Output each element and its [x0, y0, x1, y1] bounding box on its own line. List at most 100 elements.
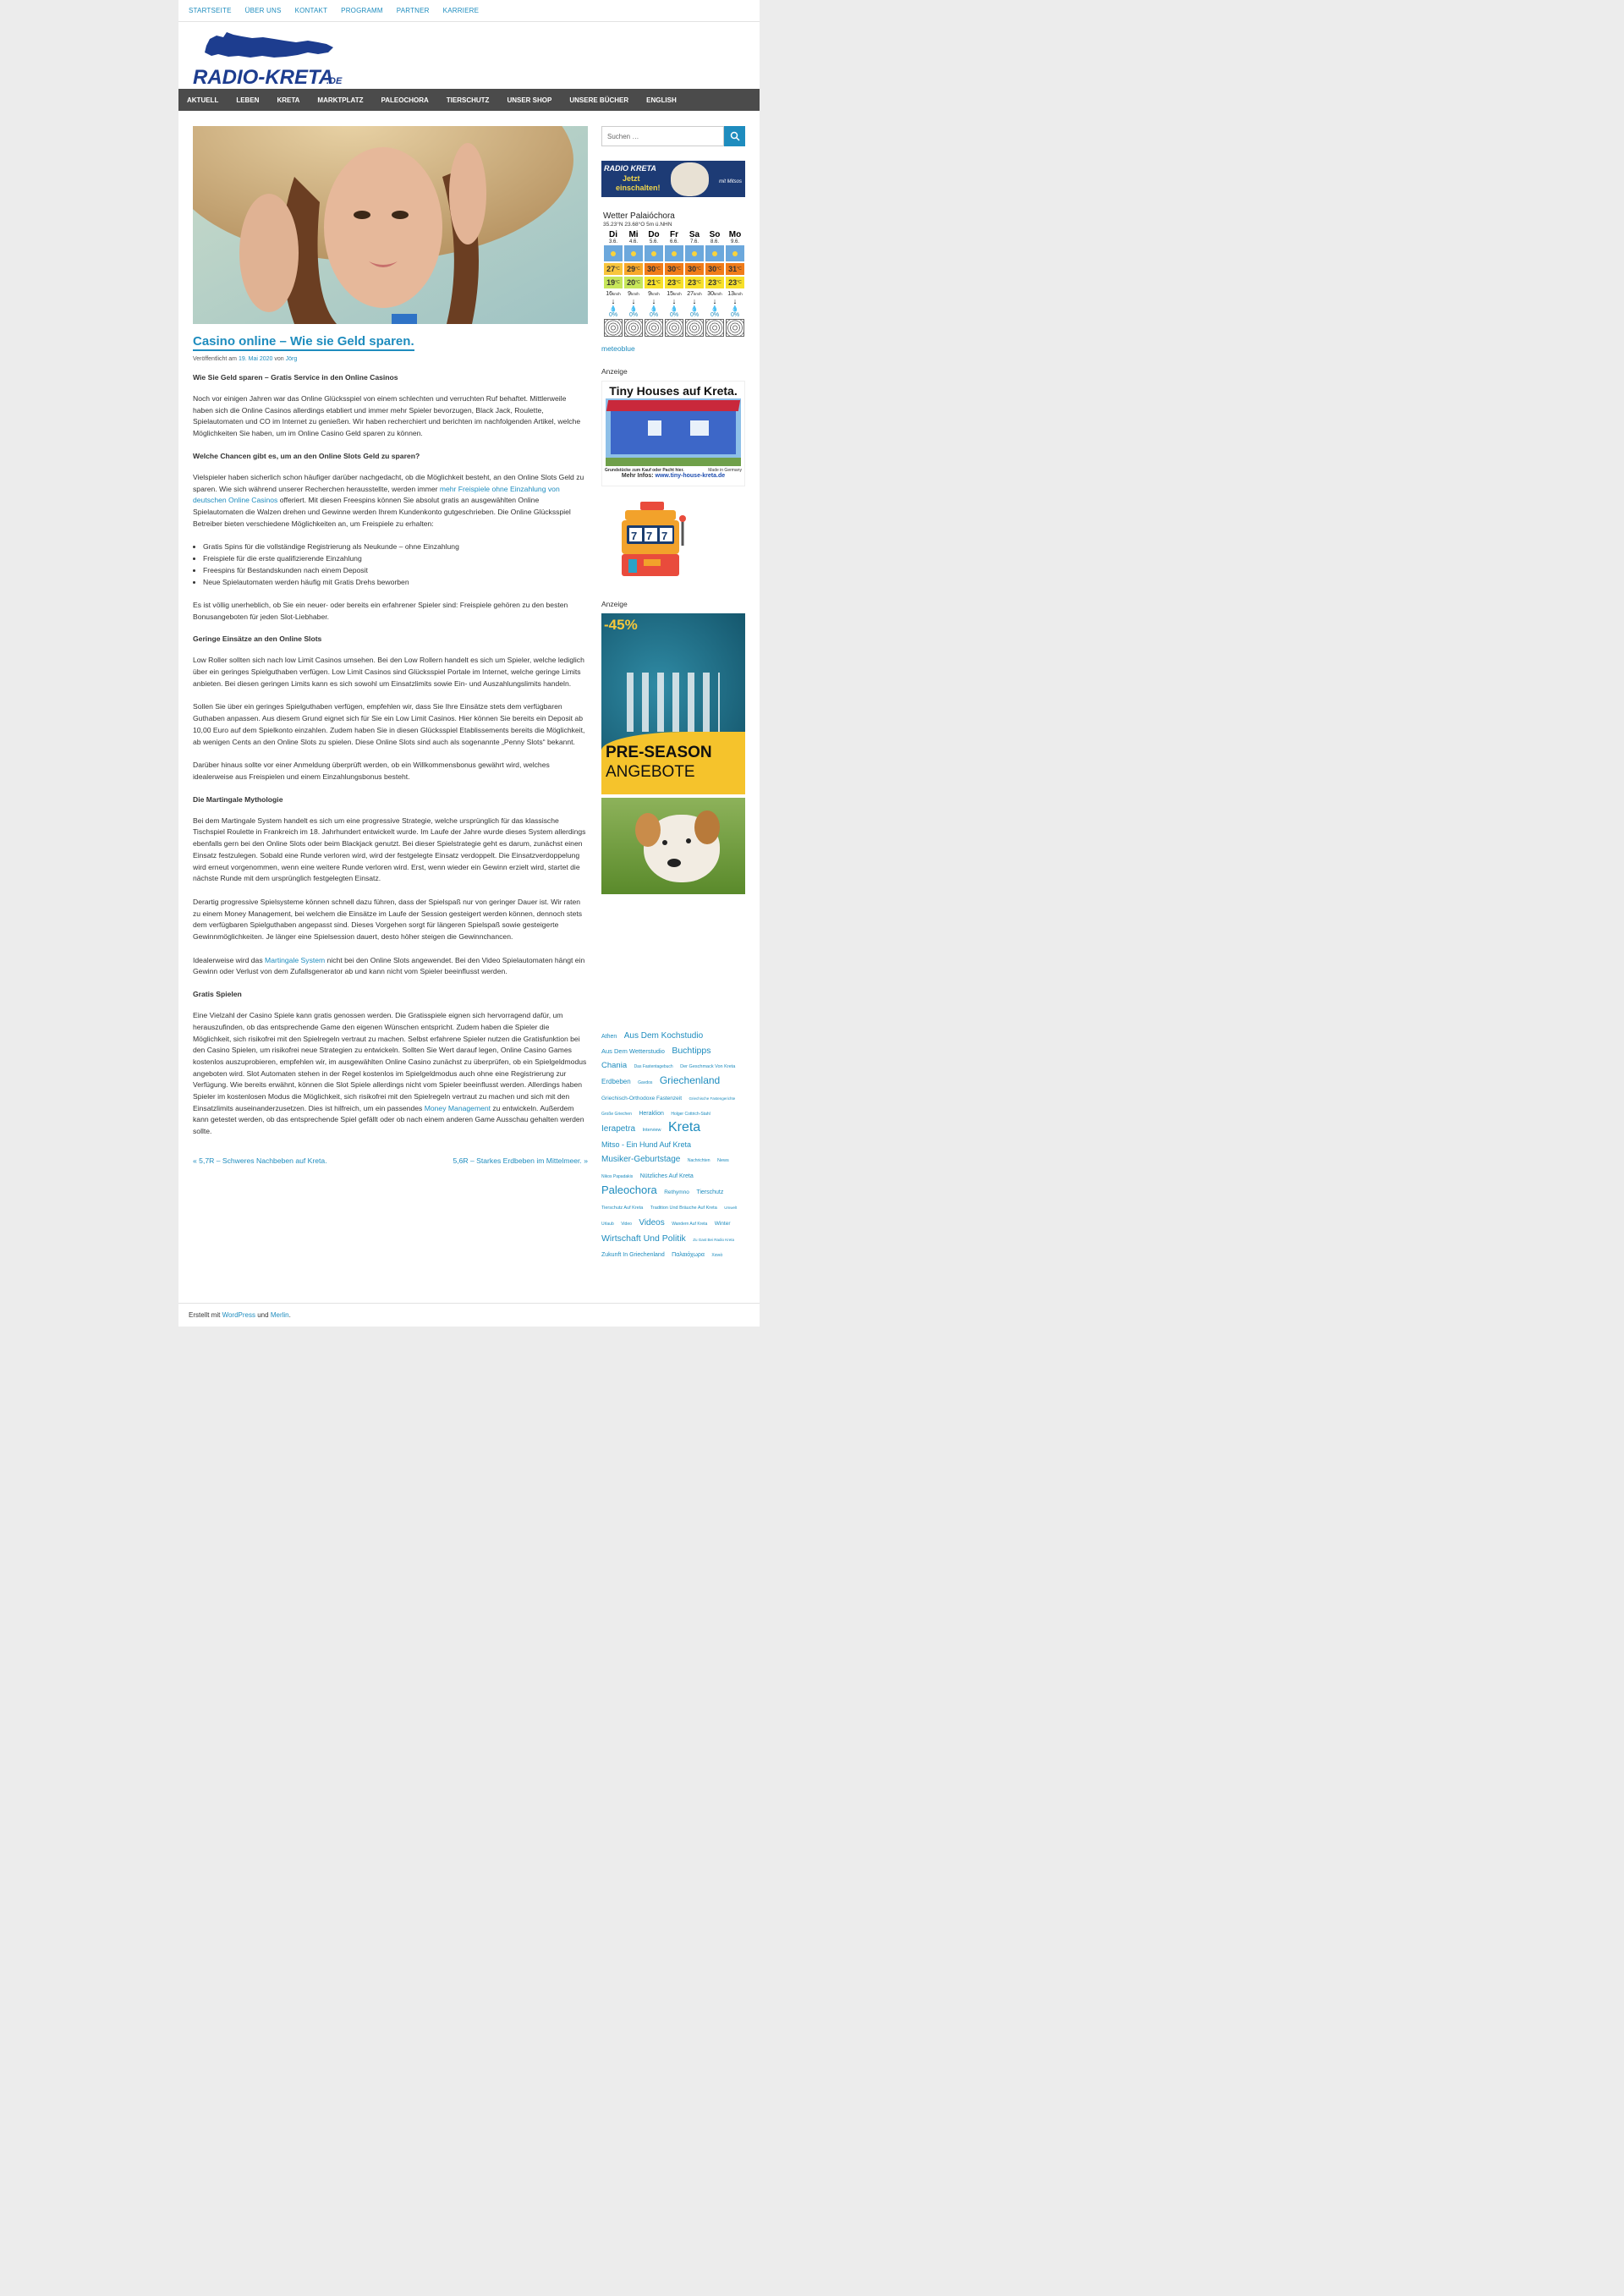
- crete-island-logo-icon: RADIO-KRETA .DE: [193, 32, 343, 89]
- weather-wind: 13km/h: [727, 291, 743, 297]
- nav-unser-shop[interactable]: UNSER SHOP: [507, 96, 551, 104]
- topnav-startseite[interactable]: STARTSEITE: [189, 7, 232, 14]
- slot-machine-image[interactable]: 7 7 7: [601, 495, 703, 583]
- topnav-kontakt[interactable]: KONTAKT: [295, 7, 328, 14]
- tag-link[interactable]: Das Fastentagebuch: [634, 1061, 673, 1074]
- weather-min-temp: 23 °C: [684, 276, 705, 289]
- pictocast-icon: [726, 319, 744, 337]
- topnav-programm[interactable]: PROGRAMM: [341, 7, 383, 14]
- tag-link[interactable]: Videos: [639, 1217, 664, 1229]
- meteoblue-link[interactable]: meteoblue: [601, 344, 745, 353]
- search-form: Suchen …: [601, 126, 745, 146]
- post-title[interactable]: Casino online – Wie sie Geld sparen.: [193, 334, 414, 351]
- wordpress-link[interactable]: WordPress: [222, 1311, 255, 1319]
- featured-image: [193, 126, 588, 324]
- nav-unsere-buecher[interactable]: UNSERE BÜCHER: [569, 96, 628, 104]
- sun-icon: [684, 244, 705, 262]
- nav-tierschutz[interactable]: TIERSCHUTZ: [447, 96, 490, 104]
- tag-link[interactable]: Video: [621, 1218, 632, 1231]
- wind-arrow-icon: ↓: [611, 297, 616, 305]
- weather-max-temp: 30 °C: [664, 262, 684, 276]
- weather-min-temp: 23 °C: [705, 276, 725, 289]
- tag-link[interactable]: Griechisch-Orthodoxe Fastenzeit: [601, 1092, 682, 1105]
- tag-link[interactable]: Nachrichten: [688, 1155, 710, 1167]
- tag-link[interactable]: Rethymno: [664, 1186, 689, 1199]
- site-logo[interactable]: RADIO-KRETA .DE: [191, 27, 352, 108]
- main-content: Casino online – Wie sie Geld sparen. Ver…: [193, 126, 588, 1165]
- weather-day: Di: [609, 230, 617, 239]
- tag-link[interactable]: Zu Gast Bei Radio Kreta: [693, 1233, 734, 1246]
- site-footer: Erstellt mit WordPress und Merlin.: [178, 1303, 760, 1327]
- tag-link[interactable]: Aus Dem Wetterstudio: [601, 1045, 665, 1057]
- next-post-link[interactable]: 5,6R – Starkes Erdbeben im Mittelmeer. »: [453, 1156, 588, 1165]
- tag-link[interactable]: Gavdos: [638, 1077, 652, 1090]
- tag-link[interactable]: Tradition Und Bräuche Auf Kreta: [650, 1202, 717, 1215]
- tag-link[interactable]: Große Griechen: [601, 1108, 632, 1121]
- pre-season-ad[interactable]: -45% PRE-SEASON ANGEBOTE: [601, 613, 745, 794]
- wind-arrow-icon: ↓: [692, 297, 697, 305]
- tag-link[interactable]: Kreta: [668, 1121, 700, 1134]
- dog-photo-ad[interactable]: [601, 798, 745, 894]
- tag-link[interactable]: News: [717, 1155, 729, 1167]
- tag-link[interactable]: Griechische Fastengerichte: [689, 1092, 735, 1105]
- tag-link[interactable]: Tierschutz: [696, 1186, 723, 1199]
- previous-post-link[interactable]: « 5,7R – Schweres Nachbeben auf Kreta.: [193, 1156, 327, 1165]
- tag-link[interactable]: Nützliches Auf Kreta: [640, 1170, 694, 1183]
- tag-link[interactable]: Χανιά: [711, 1250, 722, 1262]
- tag-link[interactable]: Wandern Auf Kreta: [672, 1218, 707, 1231]
- wind-arrow-icon: ↓: [732, 297, 738, 305]
- tag-link[interactable]: Mitso - Ein Hund Auf Kreta: [601, 1139, 691, 1151]
- weather-coords: 35.23°N 23.68°O 5m ü.NHN: [603, 222, 672, 228]
- post-date-link[interactable]: 19. Mai 2020: [239, 356, 272, 362]
- tag-link[interactable]: Paleochora: [601, 1184, 657, 1196]
- tag-link[interactable]: Ierapetra: [601, 1123, 635, 1135]
- topnav-karriere[interactable]: KARRIERE: [443, 7, 480, 14]
- search-button[interactable]: [724, 126, 745, 146]
- tag-link[interactable]: Interview: [642, 1124, 661, 1137]
- radio-kreta-banner[interactable]: RADIO KRETA Jetzt einschalten! mit Mitso…: [601, 161, 745, 197]
- svg-text:RADIO-KRETA: RADIO-KRETA: [193, 66, 333, 89]
- tag-link[interactable]: Buchtipps: [672, 1045, 710, 1057]
- sun-icon: [664, 244, 684, 262]
- tag-link[interactable]: Umwelt: [724, 1201, 737, 1214]
- pictocast-icon: [645, 319, 663, 337]
- tag-link[interactable]: Tierschutz Auf Kreta: [601, 1202, 643, 1215]
- weather-rain-chance: 0%: [628, 312, 639, 318]
- tag-link[interactable]: Musiker-Geburtstage: [601, 1153, 680, 1166]
- tag-link[interactable]: Heraklion: [639, 1107, 664, 1120]
- tag-link[interactable]: Παλαιόχωρα: [672, 1249, 705, 1261]
- tag-link[interactable]: Athen: [601, 1030, 617, 1043]
- post-navigation: « 5,7R – Schweres Nachbeben auf Kreta. 5…: [193, 1156, 588, 1165]
- tag-link[interactable]: Chania: [601, 1059, 627, 1072]
- sun-icon: [705, 244, 725, 262]
- tiny-house-ad[interactable]: Tiny Houses auf Kreta. Grundstücke zum K…: [601, 381, 745, 486]
- nav-paleochora[interactable]: PALEOCHORA: [381, 96, 428, 104]
- sun-icon: [603, 244, 623, 262]
- tag-link[interactable]: Urlaub: [601, 1218, 614, 1231]
- tag-link[interactable]: Nikos Papadakis: [601, 1171, 633, 1184]
- tag-link[interactable]: Aus Dem Kochstudio: [624, 1030, 703, 1042]
- tag-link[interactable]: Wirtschaft Und Politik: [601, 1233, 686, 1245]
- merlin-theme-link[interactable]: Merlin: [271, 1311, 289, 1319]
- post-author-link[interactable]: Jörg: [286, 356, 298, 362]
- ad-headline: PRE-SEASON: [606, 744, 712, 761]
- search-input[interactable]: Suchen …: [601, 126, 724, 146]
- tag-link[interactable]: Holger Cottrich-Stahl: [671, 1108, 710, 1121]
- topnav-partner[interactable]: PARTNER: [397, 7, 430, 14]
- svg-text:7: 7: [661, 530, 667, 542]
- tag-link[interactable]: Zukunft In Griechenland: [601, 1249, 665, 1261]
- martingale-link[interactable]: Martingale System: [265, 956, 325, 964]
- tag-link[interactable]: Griechenland: [660, 1074, 720, 1087]
- section-heading: Die Martingale Mythologie: [193, 794, 283, 804]
- topnav-ueber-uns[interactable]: ÜBER UNS: [245, 7, 282, 14]
- tag-link[interactable]: Der Geschmack Von Kreta: [680, 1061, 735, 1074]
- nav-english[interactable]: ENGLISH: [646, 96, 677, 104]
- money-management-link[interactable]: Money Management: [425, 1104, 491, 1112]
- tag-link[interactable]: Erdbeben: [601, 1075, 631, 1088]
- raindrop-icon: 💧: [609, 306, 617, 312]
- list-item: Neue Spielautomaten werden häufig mit Gr…: [203, 577, 588, 589]
- footer-suffix: .: [288, 1311, 291, 1319]
- tag-link[interactable]: Winter: [715, 1217, 731, 1230]
- weather-min-temp: 21 °C: [644, 276, 664, 289]
- paragraph: Darüber hinaus sollte vor einer Anmeldun…: [193, 761, 550, 781]
